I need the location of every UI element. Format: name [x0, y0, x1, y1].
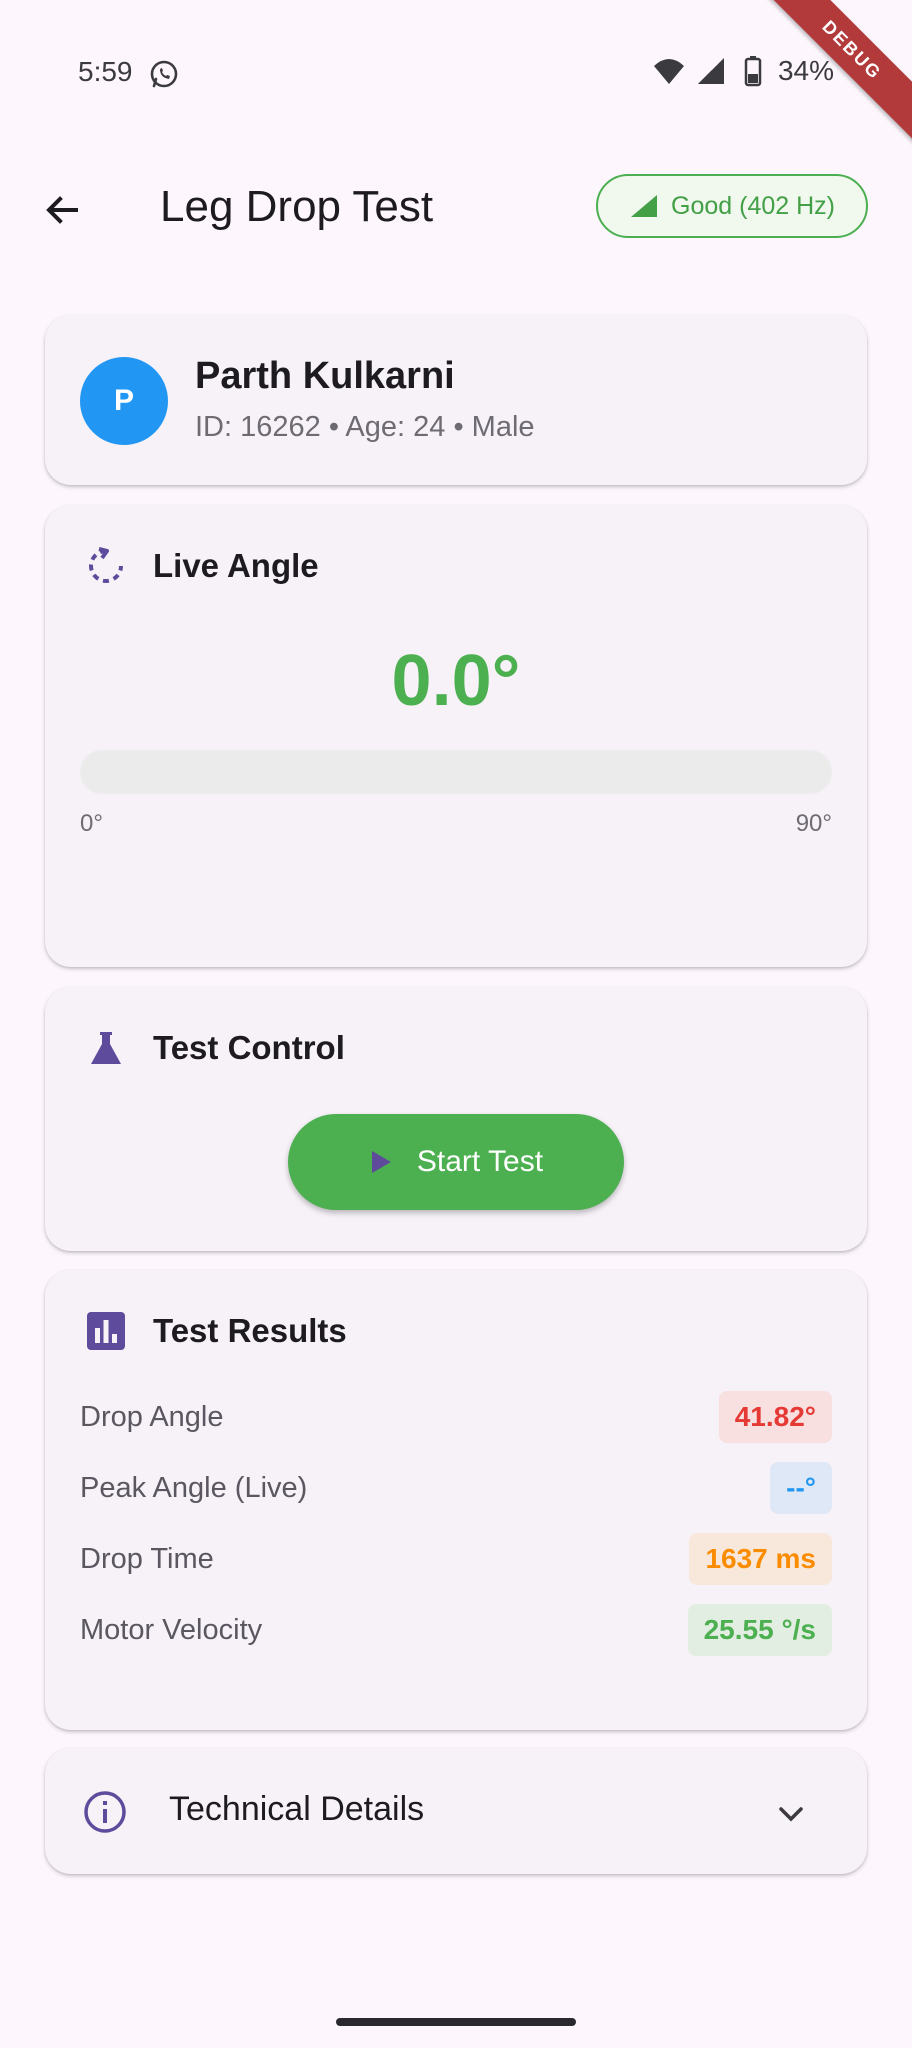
- cell-signal-icon: [697, 58, 724, 84]
- result-row-drop-angle: Drop Angle 41.82°: [80, 1390, 832, 1444]
- patient-card: P Parth Kulkarni ID: 16262 • Age: 24 • M…: [45, 315, 867, 485]
- signal-status-chip[interactable]: Good (402 Hz): [596, 174, 868, 238]
- bar-chart-icon: [87, 1312, 125, 1350]
- result-label: Motor Velocity: [80, 1613, 263, 1646]
- status-icons: 34%: [652, 54, 834, 88]
- live-angle-value: 0.0°: [391, 641, 521, 721]
- signal-status-label: Good (402 Hz): [671, 191, 835, 220]
- battery-icon: [744, 56, 762, 87]
- result-value-badge: --°: [770, 1462, 832, 1514]
- test-results-card: Test Results Drop Angle 41.82° Peak Angl…: [45, 1270, 867, 1730]
- result-row-peak-angle: Peak Angle (Live) --°: [80, 1461, 832, 1515]
- home-indicator[interactable]: [336, 2018, 576, 2026]
- chevron-down-icon: [779, 1807, 803, 1822]
- patient-meta: ID: 16262 • Age: 24 • Male: [195, 411, 535, 443]
- test-results-header: Test Results: [85, 1310, 347, 1352]
- test-results-title: Test Results: [153, 1312, 347, 1349]
- wifi-icon: [653, 59, 684, 84]
- angle-max-label: 90°: [795, 810, 832, 837]
- live-angle-card: Live Angle 0.0° 0° 90°: [45, 505, 867, 967]
- play-icon: [371, 1151, 391, 1173]
- result-label: Drop Time: [80, 1542, 214, 1575]
- back-button[interactable]: [30, 178, 94, 242]
- angle-min-label: 0°: [80, 810, 103, 837]
- patient-name: Parth Kulkarni: [195, 355, 455, 397]
- result-label: Drop Angle: [80, 1400, 224, 1433]
- status-time: 5:59: [78, 56, 133, 87]
- result-value-badge: 25.55 °/s: [687, 1604, 832, 1656]
- angle-progress-bar: [80, 750, 832, 794]
- live-angle-header: Live Angle: [85, 545, 319, 587]
- result-row-drop-time: Drop Time 1637 ms: [80, 1532, 832, 1586]
- rotate-icon: [89, 547, 123, 583]
- result-value-badge: 1637 ms: [689, 1533, 832, 1585]
- technical-details-expander[interactable]: Technical Details: [45, 1748, 867, 1874]
- app-bar: Leg Drop Test Good (402 Hz): [0, 160, 912, 256]
- arrow-left-icon: [46, 196, 78, 224]
- signal-icon: [631, 195, 658, 217]
- flask-icon: [91, 1032, 121, 1064]
- page-title: Leg Drop Test: [160, 182, 434, 231]
- results-list: Drop Angle 41.82° Peak Angle (Live) --° …: [80, 1390, 832, 1674]
- result-label: Peak Angle (Live): [80, 1471, 308, 1504]
- result-row-motor-velocity: Motor Velocity 25.55 °/s: [80, 1603, 832, 1657]
- technical-details-title: Technical Details: [169, 1790, 425, 1828]
- battery-percent: 34%: [777, 55, 834, 86]
- result-value-badge: 41.82°: [718, 1391, 832, 1443]
- whatsapp-icon: [150, 60, 178, 88]
- info-icon: [84, 1791, 126, 1833]
- test-control-title: Test Control: [153, 1029, 345, 1066]
- avatar: P: [80, 357, 168, 445]
- start-test-button[interactable]: Start Test: [288, 1114, 624, 1210]
- test-control-header: Test Control: [85, 1027, 345, 1069]
- live-angle-title: Live Angle: [153, 547, 319, 584]
- start-test-label: Start Test: [416, 1145, 544, 1178]
- test-control-card: Test Control Start Test: [45, 987, 867, 1251]
- status-bar: 5:59 34%: [0, 0, 912, 120]
